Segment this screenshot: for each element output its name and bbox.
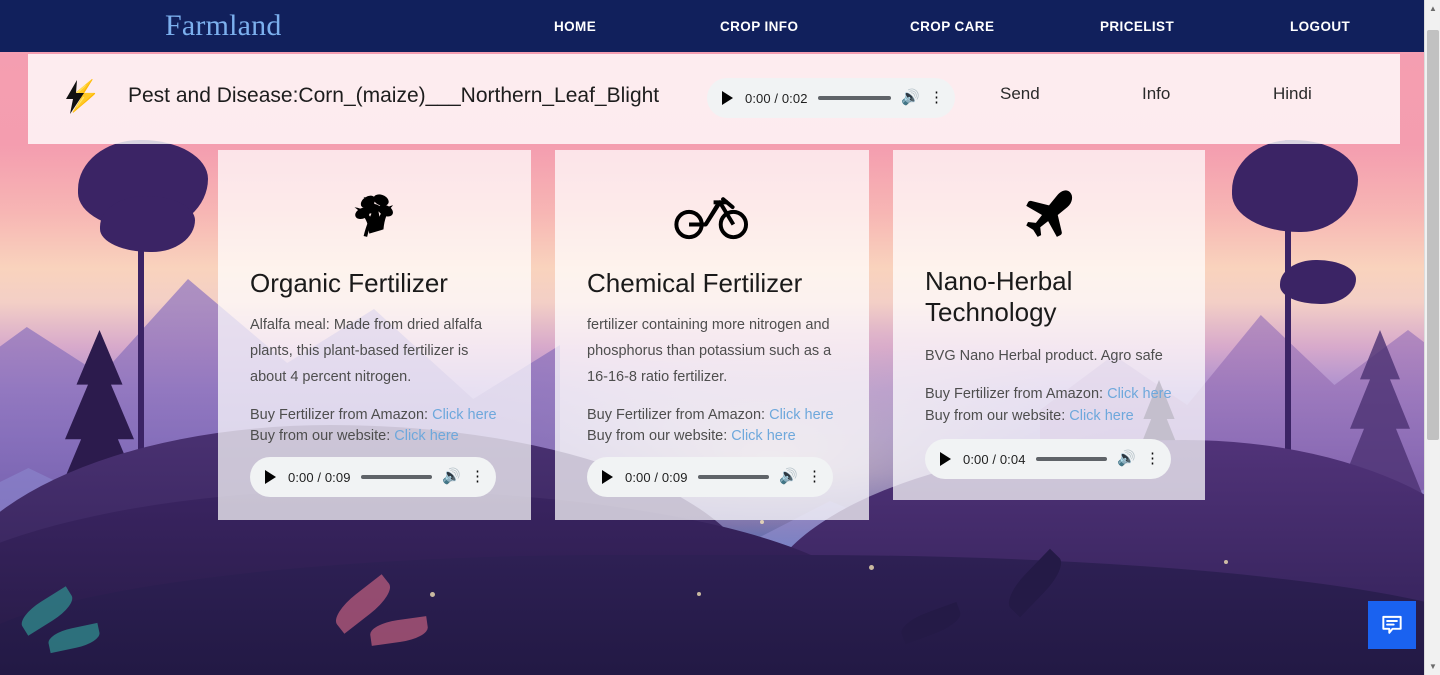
header-audio-player[interactable]: 0:00 / 0:02 🔊 ⋮ [707,78,955,118]
card-links: Buy Fertilizer from Amazon: Click here B… [250,405,499,448]
amazon-click-here-link[interactable]: Click here [1107,386,1171,402]
page-title: Pest and Disease:Corn_(maize)___Northern… [128,84,660,107]
play-icon[interactable] [262,469,278,485]
volume-icon[interactable]: 🔊 [779,469,798,485]
play-icon[interactable] [599,469,615,485]
play-icon[interactable] [719,90,735,106]
audio-time-label: 0:00 / 0:09 [288,469,351,485]
card-audio-player[interactable]: 0:00 / 0:09 🔊 ⋮ [250,457,496,498]
scroll-down-arrow-icon[interactable]: ▼ [1425,658,1440,675]
nav-item-home[interactable]: HOME [554,19,596,34]
website-label: Buy from our website: [925,407,1066,424]
brand-logo[interactable]: Farmland [165,9,282,43]
card-description: Alfalfa meal: Made from dried alfalfa pl… [250,317,483,385]
info-button[interactable]: Info [1142,84,1170,104]
more-options-icon[interactable]: ⋮ [1145,451,1160,466]
audio-progress-slider[interactable] [360,475,432,480]
audio-time-label: 0:00 / 0:04 [963,451,1026,467]
vertical-scrollbar[interactable]: ▲ ▼ [1424,0,1440,675]
lightning-bolt-icon: ⚡ [64,80,102,114]
card-links: Buy Fertilizer from Amazon: Click here B… [587,405,837,448]
card-description: BVG Nano Herbal product. Agro safe [925,348,1163,365]
website-click-here-link[interactable]: Click here [731,428,795,444]
volume-icon[interactable]: 🔊 [442,469,461,485]
leaf-icon [250,186,499,244]
bicycle-icon [587,186,837,244]
card-nano-herbal-technology: Nano-Herbal Technology BVG Nano Herbal p… [893,150,1205,500]
top-navbar: Farmland HOME CROP INFO CROP CARE PRICEL… [0,0,1440,52]
more-options-icon[interactable]: ⋮ [470,469,485,484]
audio-progress-slider[interactable] [1035,457,1107,462]
card-description: fertilizer containing more nitrogen and … [587,317,832,385]
audio-progress-slider[interactable] [817,96,891,100]
volume-icon[interactable]: 🔊 [901,90,920,106]
scrollbar-thumb[interactable] [1427,30,1439,440]
audio-time-label: 0:00 / 0:09 [625,469,688,485]
scroll-up-arrow-icon[interactable]: ▲ [1425,0,1440,17]
chat-bubble-icon [1382,615,1402,634]
card-chemical-fertilizer: Chemical Fertilizer fertilizer containin… [555,150,869,520]
website-click-here-link[interactable]: Click here [394,428,458,444]
more-options-icon[interactable]: ⋮ [929,90,944,105]
card-audio-player[interactable]: 0:00 / 0:04 🔊 ⋮ [925,439,1171,480]
card-links: Buy Fertilizer from Amazon: Click here B… [925,384,1173,427]
nav-item-pricelist[interactable]: PRICELIST [1100,19,1174,34]
amazon-label: Buy Fertilizer from Amazon: [587,406,766,423]
website-click-here-link[interactable]: Click here [1069,408,1133,424]
nav-item-crop-care[interactable]: CROP CARE [910,19,994,34]
amazon-click-here-link[interactable]: Click here [432,407,496,423]
audio-time-label: 0:00 / 0:02 [745,90,808,106]
amazon-label: Buy Fertilizer from Amazon: [925,386,1104,403]
card-audio-player[interactable]: 0:00 / 0:09 🔊 ⋮ [587,457,833,498]
card-title: Organic Fertilizer [250,268,448,298]
card-title: Chemical Fertilizer [587,268,803,298]
more-options-icon[interactable]: ⋮ [807,469,822,484]
website-label: Buy from our website: [587,428,728,445]
nav-item-crop-info[interactable]: CROP INFO [720,19,798,34]
card-organic-fertilizer: Organic Fertilizer Alfalfa meal: Made fr… [218,150,531,520]
play-icon[interactable] [937,451,953,467]
page-root: Farmland HOME CROP INFO CROP CARE PRICEL… [0,0,1440,675]
nav-item-logout[interactable]: LOGOUT [1290,19,1350,34]
website-label: Buy from our website: [250,428,391,445]
chat-widget-button[interactable] [1368,601,1416,649]
volume-icon[interactable]: 🔊 [1117,451,1136,467]
hindi-button[interactable]: Hindi [1273,84,1312,104]
amazon-click-here-link[interactable]: Click here [769,407,833,423]
airplane-icon [925,186,1173,244]
card-title: Nano-Herbal Technology [925,266,1073,328]
audio-progress-slider[interactable] [697,475,769,480]
header-action-buttons: Send Info Hindi [1000,84,1360,114]
send-button[interactable]: Send [1000,84,1040,104]
amazon-label: Buy Fertilizer from Amazon: [250,406,429,423]
